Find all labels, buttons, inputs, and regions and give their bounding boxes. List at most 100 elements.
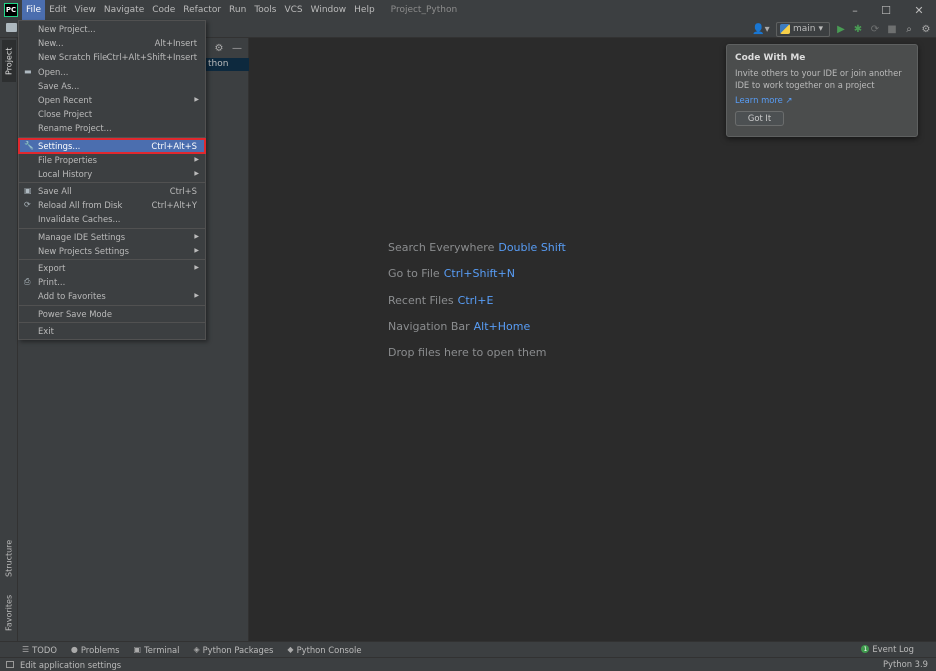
file-menu-item-settings[interactable]: 🔧 Settings... Ctrl+Alt+S	[18, 137, 206, 154]
menu-separator	[19, 259, 205, 260]
menu-item-label: Close Project	[38, 109, 93, 120]
title-bar: PC File Edit View Navigate Code Refactor…	[0, 0, 936, 20]
search-icon[interactable]: ⌕	[903, 23, 915, 35]
menu-item-label: Power Save Mode	[38, 308, 113, 319]
file-menu-item-export[interactable]: Export ▶	[19, 261, 205, 275]
packages-icon: ◈	[193, 645, 200, 654]
settings-gear-icon[interactable]: ⚙	[920, 23, 932, 35]
file-menu-item-power-save-mode[interactable]: Power Save Mode	[19, 307, 205, 321]
stop-icon[interactable]: ■	[886, 23, 898, 35]
tool-terminal[interactable]: ▣ Terminal	[134, 645, 180, 655]
menu-file[interactable]: File	[22, 0, 46, 20]
hint-drop-files: Drop files here to open them	[388, 346, 546, 359]
menu-separator	[19, 227, 205, 229]
print-icon: ⎙	[24, 277, 31, 287]
menu-item-label: Open...	[38, 66, 69, 77]
menu-refactor[interactable]: Refactor	[179, 0, 225, 20]
file-menu-item-save-all[interactable]: ▣ Save All Ctrl+S	[19, 184, 205, 198]
file-menu-item-save-as[interactable]: Save As...	[19, 79, 205, 93]
file-menu-item-open-recent[interactable]: Open Recent ▶	[19, 93, 205, 107]
file-menu-item-invalidate-caches[interactable]: Invalidate Caches...	[19, 212, 205, 226]
menu-navigate[interactable]: Navigate	[100, 0, 148, 20]
menu-vcs[interactable]: VCS	[280, 0, 306, 20]
menu-item-label: Exit	[38, 325, 54, 336]
menu-item-label: Local History	[38, 168, 93, 179]
submenu-arrow-icon: ▶	[194, 155, 199, 163]
todo-icon: ☰	[22, 645, 30, 654]
file-menu-item-reload-all-from-disk[interactable]: ⟳ Reload All from Disk Ctrl+Alt+Y	[19, 198, 205, 212]
file-menu-item-open[interactable]: ▬ Open...	[19, 65, 205, 79]
file-menu-item-exit[interactable]: Exit	[19, 324, 205, 338]
menu-run[interactable]: Run	[225, 0, 250, 20]
file-menu-item-print[interactable]: ⎙ Print...	[19, 275, 205, 289]
file-menu-item-new-projects-settings[interactable]: New Projects Settings ▶	[19, 244, 205, 258]
run-configuration-selector[interactable]: main ▾	[775, 21, 830, 37]
menu-edit[interactable]: Edit	[45, 0, 70, 20]
submenu-arrow-icon: ▶	[194, 292, 199, 300]
minimize-button[interactable]: –	[840, 0, 870, 20]
run-icon[interactable]: ▶	[835, 23, 847, 35]
hint-search-everywhere: Search Everywhere Double Shift	[388, 241, 566, 254]
tool-python-console[interactable]: ◆ Python Console	[287, 645, 361, 655]
file-menu-item-local-history[interactable]: Local History ▶	[19, 167, 205, 181]
menu-code[interactable]: Code	[148, 0, 179, 20]
panel-options-gear-icon[interactable]: ⚙	[213, 42, 225, 54]
file-menu-item-close-project[interactable]: Close Project	[19, 107, 205, 121]
menu-item-shortcut: Ctrl+S	[169, 186, 197, 197]
settings-icon: 🔧	[24, 140, 34, 150]
tool-event-log[interactable]: 1 Event Log	[861, 644, 914, 654]
hint-shortcut[interactable]: Ctrl+Shift+N	[444, 267, 515, 280]
maximize-button[interactable]: ☐	[871, 0, 901, 20]
file-menu-item-new-project[interactable]: New Project...	[19, 22, 205, 36]
tool-python-packages[interactable]: ◈ Python Packages	[193, 645, 273, 655]
file-menu-item-manage-ide-settings[interactable]: Manage IDE Settings ▶	[19, 230, 205, 244]
file-menu-item-new-scratch-file[interactable]: New Scratch File Ctrl+Alt+Shift+Insert	[19, 50, 205, 64]
menu-item-shortcut: Ctrl+Alt+Y	[151, 200, 197, 211]
menu-item-label: Rename Project...	[38, 123, 112, 134]
tool-label: Problems	[80, 644, 120, 655]
toggle-tool-windows-icon[interactable]	[6, 661, 14, 668]
hint-recent-files: Recent Files Ctrl+E	[388, 294, 493, 307]
hint-label: Go to File	[388, 267, 440, 280]
toolbar-actions: 👤▾ main ▾ ▶ ✱ ⟳ ■ ⌕ ⚙	[751, 21, 932, 37]
menu-window[interactable]: Window	[307, 0, 351, 20]
code-with-me-user-icon[interactable]: 👤▾	[751, 23, 771, 35]
learn-more-link[interactable]: Learn more ↗	[735, 95, 909, 105]
ide-window: PC File Edit View Navigate Code Refactor…	[0, 0, 936, 671]
menu-help[interactable]: Help	[350, 0, 379, 20]
got-it-button[interactable]: Got It	[735, 111, 784, 126]
open-icon: ▬	[24, 66, 32, 76]
menu-tools[interactable]: Tools	[250, 0, 280, 20]
left-tool-strip: Project Structure Favorites	[0, 38, 18, 641]
file-menu-item-new[interactable]: New... Alt+Insert	[19, 36, 205, 50]
tab-favorites[interactable]: Favorites	[2, 588, 16, 638]
file-menu-dropdown: New Project... New... Alt+Insert New Scratc…	[18, 20, 206, 340]
hint-shortcut[interactable]: Ctrl+E	[458, 294, 494, 307]
hide-panel-icon[interactable]: —	[231, 42, 243, 54]
debug-icon[interactable]: ✱	[852, 23, 864, 35]
coverage-icon[interactable]: ⟳	[869, 23, 881, 35]
file-menu-item-rename-project[interactable]: Rename Project...	[19, 121, 205, 135]
hint-label: Search Everywhere	[388, 241, 495, 254]
code-with-me-popup: Code With Me Invite others to your IDE o…	[726, 44, 918, 137]
close-button[interactable]: ✕	[904, 0, 934, 20]
menu-item-label: Open Recent	[38, 94, 92, 105]
tab-structure[interactable]: Structure	[2, 533, 16, 583]
menu-view[interactable]: View	[71, 0, 100, 20]
tool-problems[interactable]: ● Problems	[71, 645, 120, 655]
tab-project[interactable]: Project	[2, 40, 16, 82]
problems-icon: ●	[70, 645, 78, 654]
tool-todo[interactable]: ☰ TODO	[22, 645, 57, 655]
hint-shortcut[interactable]: Alt+Home	[474, 320, 531, 333]
tool-label: Terminal	[144, 644, 180, 655]
menu-separator	[19, 304, 205, 306]
file-menu-item-add-to-favorites[interactable]: Add to Favorites ▶	[19, 289, 205, 303]
hint-shortcut[interactable]: Double Shift	[498, 241, 565, 254]
project-folder-icon[interactable]	[6, 23, 17, 32]
bottom-tool-bar: ☰ TODO ● Problems ▣ Terminal ◈ Python Pa…	[0, 641, 936, 657]
project-tree-root-label: thon	[208, 59, 229, 69]
python-console-icon: ◆	[287, 645, 294, 654]
file-menu-item-file-properties[interactable]: File Properties ▶	[19, 153, 205, 167]
menu-item-label: New Project...	[38, 24, 96, 34]
python-interpreter-selector[interactable]: Python 3.9	[883, 659, 928, 669]
